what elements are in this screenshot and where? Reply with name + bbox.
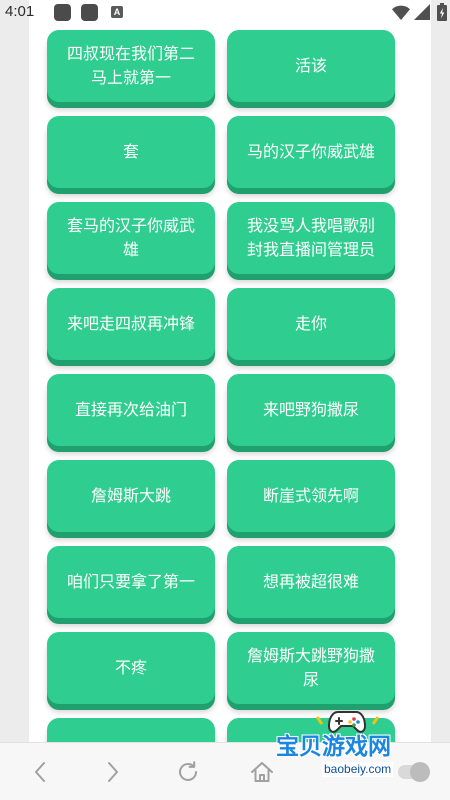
sound-button-label: 活该 — [294, 56, 327, 75]
page-side-left — [0, 0, 29, 800]
sound-button-7[interactable]: 来吧走四叔再冲锋 — [47, 288, 215, 360]
watermark-name: 宝贝游戏网 — [276, 734, 391, 760]
watermark-logo: 宝贝游戏网 baobeiy.com — [270, 706, 400, 782]
battery-charging-icon — [437, 3, 447, 21]
sound-button-12[interactable]: 断崖式领先啊 — [227, 460, 395, 532]
sound-button-label: 直接再次给油门 — [74, 400, 187, 419]
refresh-icon — [179, 761, 197, 781]
sound-button-9[interactable]: 直接再次给油门 — [47, 374, 215, 446]
sound-button-2[interactable]: 活该 — [227, 30, 395, 102]
sound-button-3[interactable]: 套 — [47, 116, 215, 188]
sound-button-8[interactable]: 走你 — [227, 288, 395, 360]
sound-button-15[interactable]: 不疼 — [47, 632, 215, 704]
watermark-domain: baobeiy.com — [322, 762, 394, 777]
sparkle-decoration — [371, 715, 380, 726]
sound-button-label: 四叔现在我们第二马上就第一 — [66, 44, 195, 87]
sound-button-4[interactable]: 马的汉子你威武雄 — [227, 116, 395, 188]
sound-button-label: 不疼 — [114, 658, 147, 677]
sound-button-6[interactable]: 我没骂人我唱歌别封我直播间管理员 — [227, 202, 395, 274]
sparkle-decoration — [315, 715, 324, 726]
signal-icon — [414, 4, 430, 20]
sound-button-grid: 四叔现在我们第二马上就第一 活该 套 马的汉子你威武雄 套马的汉子你威武雄 我没… — [47, 30, 395, 790]
sound-button-16[interactable]: 詹姆斯大跳野狗撒尿 — [227, 632, 395, 704]
status-bar: 4:01 A — [0, 0, 450, 24]
status-time: 4:01 — [5, 3, 35, 20]
sound-button-label: 走你 — [294, 314, 327, 333]
game-controller-icon — [328, 711, 366, 733]
back-chevron-icon — [35, 762, 45, 782]
app-notification-icon — [81, 4, 98, 21]
screen: 4:01 A 四叔现在我们第二马上就第一 活该 套 马的汉子你威武雄 套马的汉子… — [0, 0, 450, 800]
sound-button-label: 来吧走四叔再冲锋 — [66, 314, 195, 333]
sound-button-label: 我没骂人我唱歌别封我直播间管理员 — [246, 216, 375, 259]
a-notification-icon: A — [111, 6, 123, 18]
page-side-right — [431, 0, 450, 800]
wifi-icon — [392, 5, 410, 20]
sound-button-label: 咱们只要拿了第一 — [66, 572, 195, 591]
sound-button-label: 想再被超很难 — [262, 572, 359, 591]
sound-button-label: 套 — [122, 142, 139, 161]
sound-button-label: 詹姆斯大跳 — [90, 486, 171, 505]
sound-button-14[interactable]: 想再被超很难 — [227, 546, 395, 618]
forward-chevron-icon — [108, 762, 118, 782]
sound-button-5[interactable]: 套马的汉子你威武雄 — [47, 202, 215, 274]
toggle-knob — [410, 762, 430, 782]
sound-button-label: 套马的汉子你威武雄 — [66, 216, 195, 259]
sound-button-10[interactable]: 来吧野狗撒尿 — [227, 374, 395, 446]
sound-button-label: 马的汉子你威武雄 — [246, 142, 375, 161]
toggle-track — [398, 762, 430, 782]
sound-button-13[interactable]: 咱们只要拿了第一 — [47, 546, 215, 618]
sound-button-label: 来吧野狗撒尿 — [262, 400, 359, 419]
sound-button-11[interactable]: 詹姆斯大跳 — [47, 460, 215, 532]
refresh-button[interactable] — [168, 743, 208, 800]
app-notification-icon — [54, 4, 71, 21]
sound-button-1[interactable]: 四叔现在我们第二马上就第一 — [47, 30, 215, 102]
sound-button-label: 断崖式领先啊 — [262, 486, 359, 505]
sound-button-label: 詹姆斯大跳野狗撒尿 — [246, 646, 375, 689]
forward-button[interactable] — [93, 743, 133, 800]
back-button[interactable] — [20, 743, 60, 800]
